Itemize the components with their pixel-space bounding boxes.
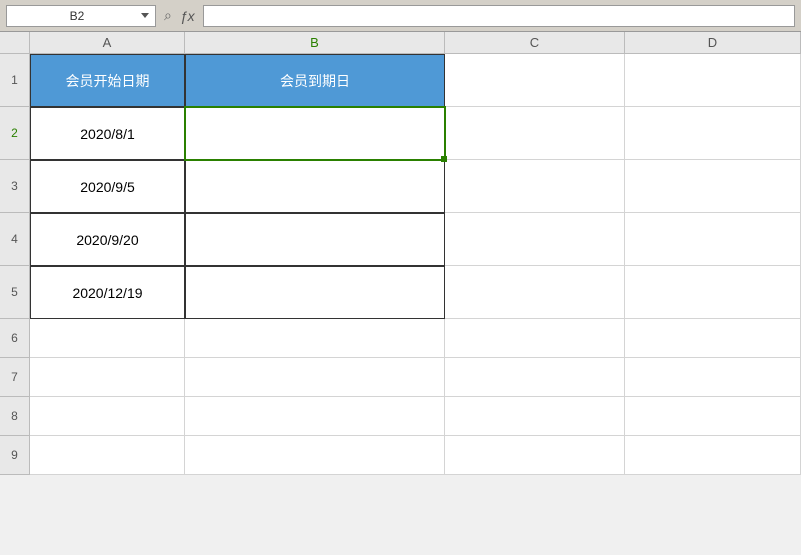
select-all-corner[interactable] (0, 32, 30, 54)
name-box-value: B2 (13, 9, 141, 23)
cell-D5[interactable] (625, 266, 801, 319)
fx-icon[interactable]: ƒx (180, 8, 195, 24)
cell-A6[interactable] (30, 319, 185, 358)
cell-D6[interactable] (625, 319, 801, 358)
chevron-down-icon[interactable] (141, 13, 149, 18)
row-1: 1 会员开始日期 会员到期日 (0, 54, 801, 107)
col-header-C[interactable]: C (445, 32, 625, 54)
row-header-8[interactable]: 8 (0, 397, 30, 436)
cell-B2[interactable] (185, 107, 445, 160)
cell-A1[interactable]: 会员开始日期 (30, 54, 185, 107)
cell-B8[interactable] (185, 397, 445, 436)
cell-D1[interactable] (625, 54, 801, 107)
cell-C1[interactable] (445, 54, 625, 107)
cell-B6[interactable] (185, 319, 445, 358)
name-box[interactable]: B2 (6, 5, 156, 27)
cell-A5[interactable]: 2020/12/19 (30, 266, 185, 319)
col-header-B[interactable]: B (185, 32, 445, 54)
magnifier-icon[interactable]: ⌕ (164, 7, 172, 24)
cell-C9[interactable] (445, 436, 625, 475)
row-header-7[interactable]: 7 (0, 358, 30, 397)
cell-D4[interactable] (625, 213, 801, 266)
cell-B5[interactable] (185, 266, 445, 319)
cell-B3[interactable] (185, 160, 445, 213)
cell-C5[interactable] (445, 266, 625, 319)
row-3: 3 2020/9/5 (0, 160, 801, 213)
formula-input[interactable] (203, 5, 795, 27)
cell-A7[interactable] (30, 358, 185, 397)
row-8: 8 (0, 397, 801, 436)
row-header-9[interactable]: 9 (0, 436, 30, 475)
cell-D2[interactable] (625, 107, 801, 160)
col-header-D[interactable]: D (625, 32, 801, 54)
cell-C6[interactable] (445, 319, 625, 358)
spreadsheet: A B C D 1 会员开始日期 会员到期日 2 2020/8/1 3 (0, 32, 801, 475)
cell-A2[interactable]: 2020/8/1 (30, 107, 185, 160)
fill-handle[interactable] (441, 156, 447, 162)
cell-A8[interactable] (30, 397, 185, 436)
cell-C2[interactable] (445, 107, 625, 160)
row-5: 5 2020/12/19 (0, 266, 801, 319)
row-header-5[interactable]: 5 (0, 266, 30, 319)
cell-D3[interactable] (625, 160, 801, 213)
row-header-2[interactable]: 2 (0, 107, 30, 160)
cell-C8[interactable] (445, 397, 625, 436)
row-9: 9 (0, 436, 801, 475)
cell-A4[interactable]: 2020/9/20 (30, 213, 185, 266)
row-header-3[interactable]: 3 (0, 160, 30, 213)
cell-C4[interactable] (445, 213, 625, 266)
formula-bar: B2 ⌕ ƒx (0, 0, 801, 32)
cell-B9[interactable] (185, 436, 445, 475)
row-7: 7 (0, 358, 801, 397)
cell-D8[interactable] (625, 397, 801, 436)
cell-B4[interactable] (185, 213, 445, 266)
column-headers: A B C D (0, 32, 801, 54)
col-header-A[interactable]: A (30, 32, 185, 54)
cell-B1[interactable]: 会员到期日 (185, 54, 445, 107)
row-4: 4 2020/9/20 (0, 213, 801, 266)
row-6: 6 (0, 319, 801, 358)
cell-D7[interactable] (625, 358, 801, 397)
cell-A3[interactable]: 2020/9/5 (30, 160, 185, 213)
row-header-4[interactable]: 4 (0, 213, 30, 266)
row-header-1[interactable]: 1 (0, 54, 30, 107)
grid-body: 1 会员开始日期 会员到期日 2 2020/8/1 3 2020/9/5 (0, 54, 801, 475)
row-header-6[interactable]: 6 (0, 319, 30, 358)
cell-A9[interactable] (30, 436, 185, 475)
cell-D9[interactable] (625, 436, 801, 475)
row-2: 2 2020/8/1 (0, 107, 801, 160)
cell-B7[interactable] (185, 358, 445, 397)
cell-C7[interactable] (445, 358, 625, 397)
cell-C3[interactable] (445, 160, 625, 213)
